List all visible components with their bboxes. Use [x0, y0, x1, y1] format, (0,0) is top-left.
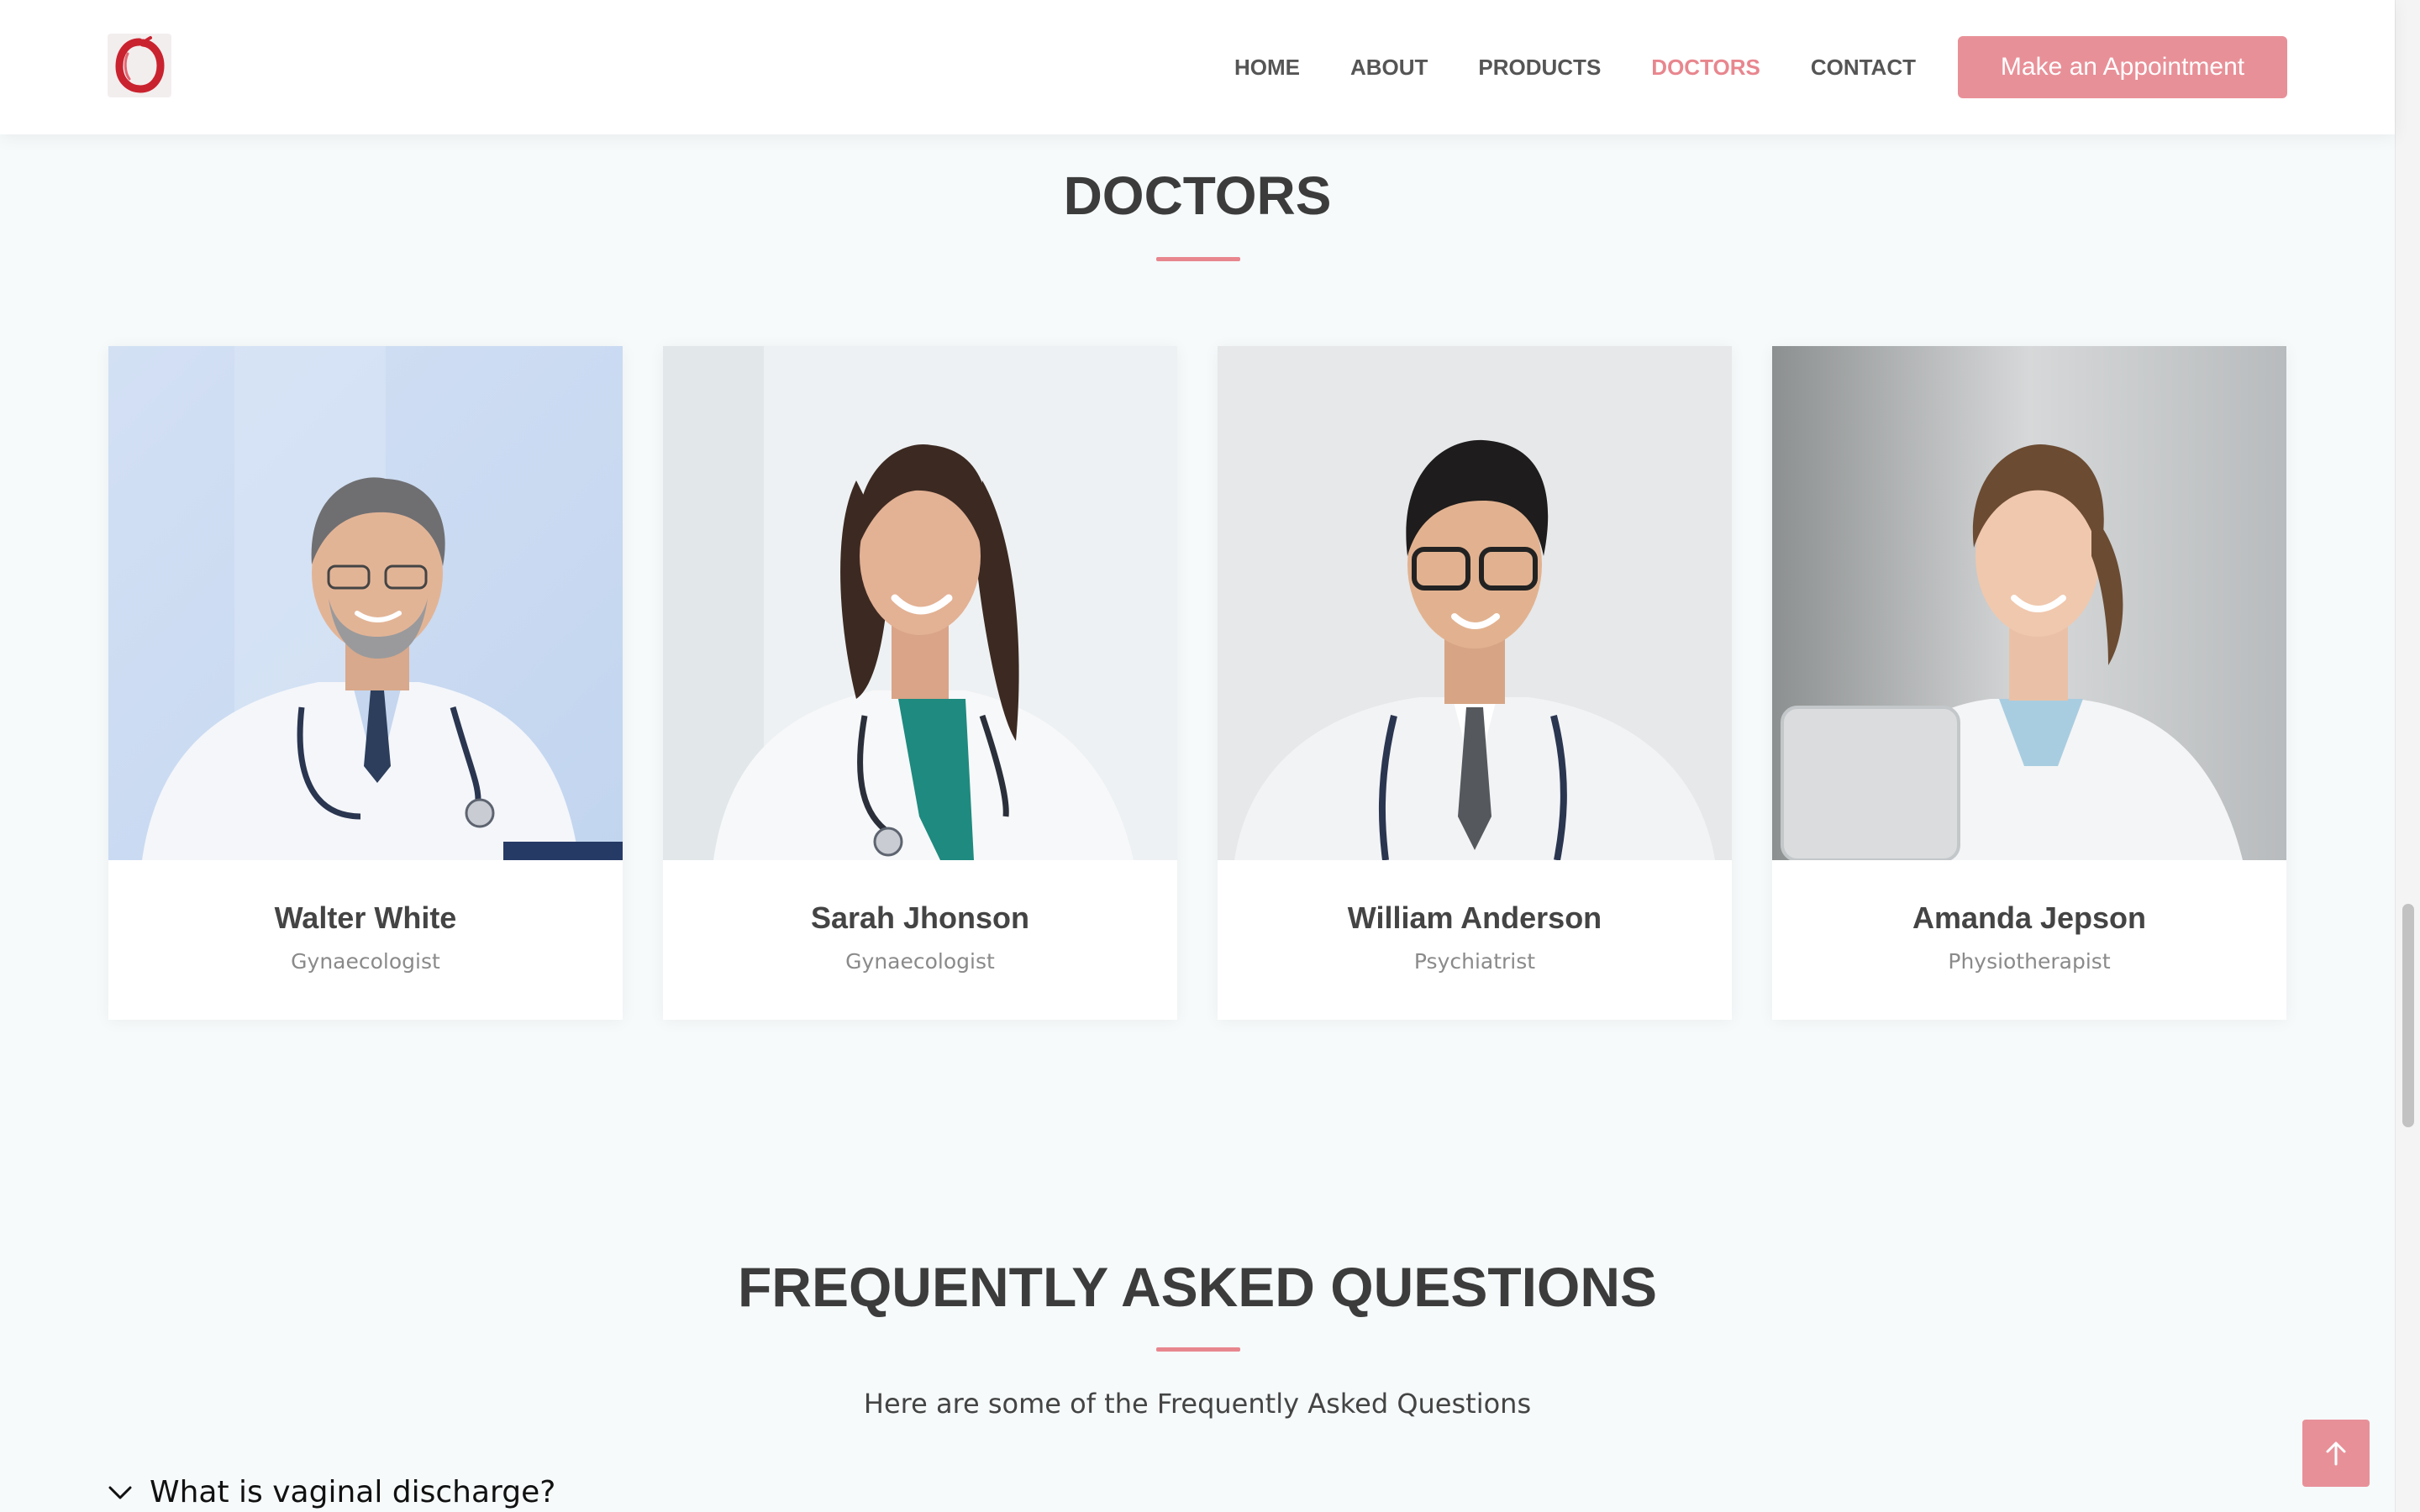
nav-contact[interactable]: CONTACT: [1811, 55, 1916, 81]
chevron-down-icon: [108, 1486, 132, 1499]
doctor-photo: [663, 346, 1177, 860]
doctors-title-underline: [1156, 257, 1240, 261]
doctor-card[interactable]: Amanda Jepson Physiotherapist: [1772, 346, 2286, 1020]
doctor-photo: [1772, 346, 2286, 860]
doctor-name: Amanda Jepson: [1912, 900, 2147, 935]
nav-products[interactable]: PRODUCTS: [1478, 55, 1601, 81]
faq-question-text: What is vaginal discharge?: [150, 1475, 556, 1509]
back-to-top-button[interactable]: [2302, 1420, 2370, 1487]
logo-ring-icon: [115, 36, 165, 93]
doctor-card[interactable]: William Anderson Psychiatrist: [1218, 346, 1732, 1020]
make-appointment-button[interactable]: Make an Appointment: [1958, 36, 2287, 98]
page-scrollbar[interactable]: [2395, 0, 2420, 1512]
main-nav: HOME ABOUT PRODUCTS DOCTORS CONTACT Make…: [1234, 0, 2395, 134]
site-header: HOME ABOUT PRODUCTS DOCTORS CONTACT Make…: [0, 0, 2395, 134]
doctor-specialty: Gynaecologist: [845, 949, 995, 974]
nav-home[interactable]: HOME: [1234, 55, 1300, 81]
faq-subtitle: Here are some of the Frequently Asked Qu…: [863, 1388, 1532, 1420]
doctor-info: Amanda Jepson Physiotherapist: [1772, 860, 2286, 1020]
page: HOME ABOUT PRODUCTS DOCTORS CONTACT Make…: [0, 0, 2420, 1512]
doctor-info: Walter White Gynaecologist: [108, 860, 623, 1020]
doctor-info: William Anderson Psychiatrist: [1218, 860, 1732, 1020]
doctor-specialty: Physiotherapist: [1948, 949, 2111, 974]
faq-title-underline: [1156, 1347, 1240, 1352]
doctor-name: Sarah Jhonson: [810, 900, 1030, 935]
doctor-name: Walter White: [274, 900, 457, 935]
doctor-photo: [108, 346, 623, 860]
doctor-name: William Anderson: [1347, 900, 1602, 935]
doctor-info: Sarah Jhonson Gynaecologist: [663, 860, 1177, 1020]
doctor-cards: Walter White Gynaecologist Sarah Jhonson…: [108, 346, 2288, 1020]
doctor-card[interactable]: Walter White Gynaecologist: [108, 346, 623, 1020]
faq-section-title: FREQUENTLY ASKED QUESTIONS: [737, 1256, 1658, 1318]
arrow-up-icon: [2326, 1441, 2346, 1466]
nav-about[interactable]: ABOUT: [1350, 55, 1428, 81]
doctor-specialty: Psychiatrist: [1413, 949, 1536, 974]
doctor-card[interactable]: Sarah Jhonson Gynaecologist: [663, 346, 1177, 1020]
nav-doctors[interactable]: DOCTORS: [1651, 55, 1760, 81]
doctors-section-title: DOCTORS: [1063, 165, 1332, 226]
scrollbar-thumb[interactable]: [2402, 904, 2414, 1127]
site-logo[interactable]: [108, 34, 171, 97]
faq-question-item[interactable]: What is vaginal discharge?: [108, 1475, 555, 1509]
doctor-specialty: Gynaecologist: [291, 949, 440, 974]
doctor-photo: [1218, 346, 1732, 860]
